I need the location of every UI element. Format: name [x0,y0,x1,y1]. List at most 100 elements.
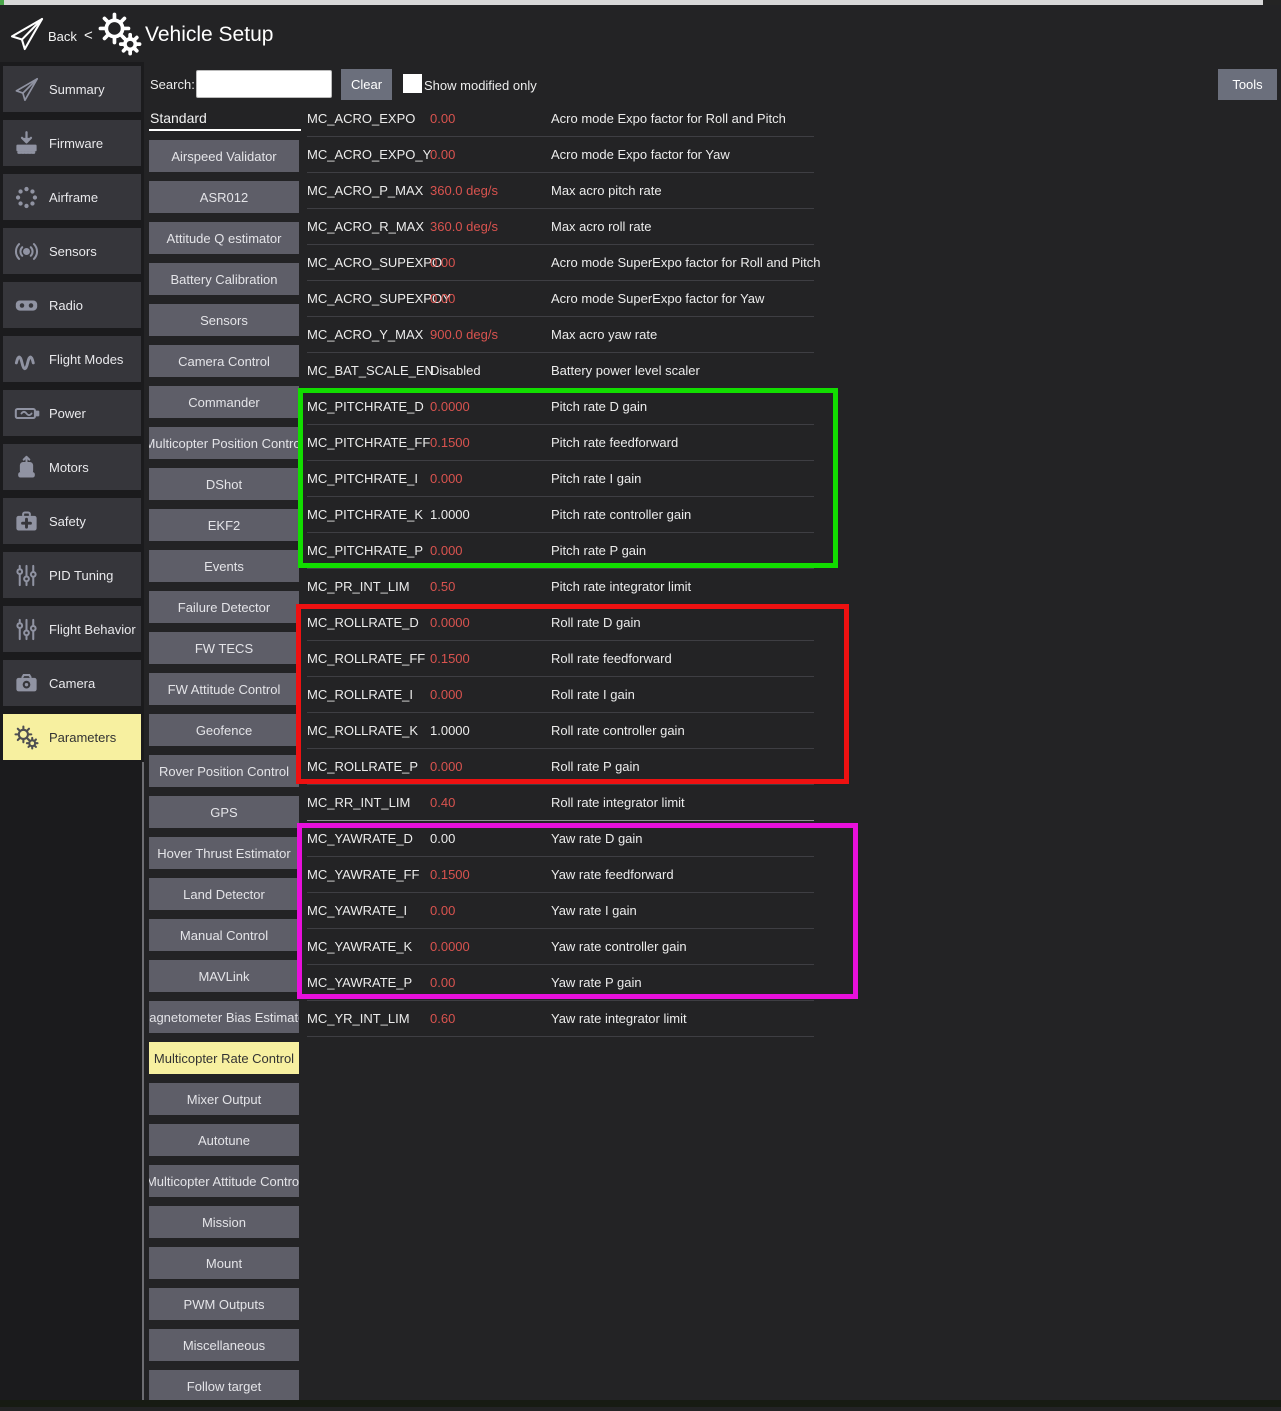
show-modified-checkbox[interactable] [403,74,422,93]
param-name: MC_PITCHRATE_FF [307,435,430,450]
category-button-label: Failure Detector [178,600,270,615]
param-row-mc-yawrate-i[interactable]: MC_YAWRATE_I 0.00 Yaw rate I gain [307,893,814,929]
category-fw-tecs[interactable]: FW TECS [149,632,299,664]
category-multicopter-rate-control[interactable]: Multicopter Rate Control [149,1042,299,1074]
category-failure-detector[interactable]: Failure Detector [149,591,299,623]
sidebar-item-safety[interactable]: Safety [3,498,141,544]
param-row-mc-pitchrate-d[interactable]: MC_PITCHRATE_D 0.0000 Pitch rate D gain [307,389,814,425]
category-mixer-output[interactable]: Mixer Output [149,1083,299,1115]
sidebar-item-radio[interactable]: Radio [3,282,141,328]
param-row-mc-acro-r-max[interactable]: MC_ACRO_R_MAX 360.0 deg/s Max acro roll … [307,209,814,245]
param-row-mc-acro-supexpo[interactable]: MC_ACRO_SUPEXPO 0.00 Acro mode SuperExpo… [307,245,814,281]
param-row-mc-yawrate-k[interactable]: MC_YAWRATE_K 0.0000 Yaw rate controller … [307,929,814,965]
sidebar-item-sensors[interactable]: Sensors [3,228,141,274]
param-row-mc-yawrate-ff[interactable]: MC_YAWRATE_FF 0.1500 Yaw rate feedforwar… [307,857,814,893]
category-hover-thrust-estimator[interactable]: Hover Thrust Estimator [149,837,299,869]
clear-button[interactable]: Clear [341,69,392,100]
category-button-label: Mount [206,1256,242,1271]
parameter-group-underline [149,129,301,131]
category-fw-attitude-control[interactable]: FW Attitude Control [149,673,299,705]
tools-button[interactable]: Tools [1218,69,1277,100]
category-battery-calibration[interactable]: Battery Calibration [149,263,299,295]
category-autotune[interactable]: Autotune [149,1124,299,1156]
qgc-paper-plane-logo-icon [8,11,46,57]
sidebar-item-flight-behavior[interactable]: Flight Behavior [3,606,141,652]
sidebar-divider-line [142,762,144,1400]
sidebar-item-parameters[interactable]: Parameters [3,714,141,760]
category-follow-target[interactable]: Follow target [149,1370,299,1402]
param-row-mc-acro-y-max[interactable]: MC_ACRO_Y_MAX 900.0 deg/s Max acro yaw r… [307,317,814,353]
category-commander[interactable]: Commander [149,386,299,418]
category-miscellaneous[interactable]: Miscellaneous [149,1329,299,1361]
category-pwm-outputs[interactable]: PWM Outputs [149,1288,299,1320]
param-description: Battery power level scaler [551,363,814,378]
category-manual-control[interactable]: Manual Control [149,919,299,951]
sidebar-item-firmware[interactable]: Firmware [3,120,141,166]
param-row-mc-acro-supexpoy[interactable]: MC_ACRO_SUPEXPOY 0.00 Acro mode SuperExp… [307,281,814,317]
param-value: 0.000 [430,471,551,486]
category-land-detector[interactable]: Land Detector [149,878,299,910]
param-row-mc-rollrate-d[interactable]: MC_ROLLRATE_D 0.0000 Roll rate D gain [307,605,814,641]
category-events[interactable]: Events [149,550,299,582]
search-input[interactable] [196,70,332,98]
param-value: 360.0 deg/s [430,183,551,198]
sidebar-list: Summary Firmware Airframe Sensors Radio … [3,66,141,768]
param-value: 0.00 [430,903,551,918]
category-asr012[interactable]: ASR012 [149,181,299,213]
category-geofence[interactable]: Geofence [149,714,299,746]
category-button-label: ASR012 [200,190,248,205]
category-sensors[interactable]: Sensors [149,304,299,336]
category-magnetometer-bias-estimator[interactable]: Magnetometer Bias Estimator [149,1001,299,1033]
param-name: MC_ROLLRATE_K [307,723,430,738]
param-row-mc-rr-int-lim[interactable]: MC_RR_INT_LIM 0.40 Roll rate integrator … [307,785,814,821]
back-button[interactable]: Back [48,29,77,44]
param-row-mc-bat-scale-en[interactable]: MC_BAT_SCALE_EN Disabled Battery power l… [307,353,814,389]
sidebar-item-summary[interactable]: Summary [3,66,141,112]
param-description: Pitch rate feedforward [551,435,814,450]
param-row-mc-acro-expo-y[interactable]: MC_ACRO_EXPO_Y 0.00 Acro mode Expo facto… [307,137,814,173]
param-row-mc-rollrate-i[interactable]: MC_ROLLRATE_I 0.000 Roll rate I gain [307,677,814,713]
category-attitude-q-estimator[interactable]: Attitude Q estimator [149,222,299,254]
param-row-mc-yawrate-p[interactable]: MC_YAWRATE_P 0.00 Yaw rate P gain [307,965,814,1001]
param-row-mc-pitchrate-k[interactable]: MC_PITCHRATE_K 1.0000 Pitch rate control… [307,497,814,533]
category-gps[interactable]: GPS [149,796,299,828]
param-row-mc-acro-p-max[interactable]: MC_ACRO_P_MAX 360.0 deg/s Max acro pitch… [307,173,814,209]
category-mavlink[interactable]: MAVLink [149,960,299,992]
sidebar-item-motors[interactable]: Motors [3,444,141,490]
sidebar-item-label: Firmware [49,136,103,151]
sidebar-item-label: Airframe [49,190,98,205]
sidebar-item-flight-modes[interactable]: Flight Modes [3,336,141,382]
param-name: MC_ACRO_SUPEXPO [307,255,430,270]
param-row-mc-pitchrate-ff[interactable]: MC_PITCHRATE_FF 0.1500 Pitch rate feedfo… [307,425,814,461]
param-row-mc-yr-int-lim[interactable]: MC_YR_INT_LIM 0.60 Yaw rate integrator l… [307,1001,814,1037]
sidebar-item-power[interactable]: Power [3,390,141,436]
category-mission[interactable]: Mission [149,1206,299,1238]
sidebar-item-pid-tuning[interactable]: PID Tuning [3,552,141,598]
sidebar-item-camera[interactable]: Camera [3,660,141,706]
category-dshot[interactable]: DShot [149,468,299,500]
param-description: Yaw rate I gain [551,903,814,918]
param-row-mc-yawrate-d[interactable]: MC_YAWRATE_D 0.00 Yaw rate D gain [307,821,814,857]
param-row-mc-acro-expo[interactable]: MC_ACRO_EXPO 0.00 Acro mode Expo factor … [307,101,814,137]
category-button-label: Miscellaneous [183,1338,265,1353]
category-multicopter-position-control[interactable]: Multicopter Position Control [149,427,299,459]
param-description: Roll rate I gain [551,687,814,702]
sidebar-item-airframe[interactable]: Airframe [3,174,141,220]
category-airspeed-validator[interactable]: Airspeed Validator [149,140,299,172]
param-row-mc-pr-int-lim[interactable]: MC_PR_INT_LIM 0.50 Pitch rate integrator… [307,569,814,605]
param-row-mc-rollrate-ff[interactable]: MC_ROLLRATE_FF 0.1500 Roll rate feedforw… [307,641,814,677]
param-row-mc-pitchrate-i[interactable]: MC_PITCHRATE_I 0.000 Pitch rate I gain [307,461,814,497]
category-camera-control[interactable]: Camera Control [149,345,299,377]
param-row-mc-pitchrate-p[interactable]: MC_PITCHRATE_P 0.000 Pitch rate P gain [307,533,814,569]
sliders-icon [3,616,49,643]
sidebar-item-label: PID Tuning [49,568,113,583]
category-mount[interactable]: Mount [149,1247,299,1279]
param-name: MC_RR_INT_LIM [307,795,430,810]
category-rover-position-control[interactable]: Rover Position Control [149,755,299,787]
sensors-broadcast-icon [3,238,49,265]
param-row-mc-rollrate-k[interactable]: MC_ROLLRATE_K 1.0000 Roll rate controlle… [307,713,814,749]
category-ekf2[interactable]: EKF2 [149,509,299,541]
param-row-mc-rollrate-p[interactable]: MC_ROLLRATE_P 0.000 Roll rate P gain [307,749,814,785]
category-button-label: DShot [206,477,242,492]
category-multicopter-attitude-control[interactable]: Multicopter Attitude Control [149,1165,299,1197]
